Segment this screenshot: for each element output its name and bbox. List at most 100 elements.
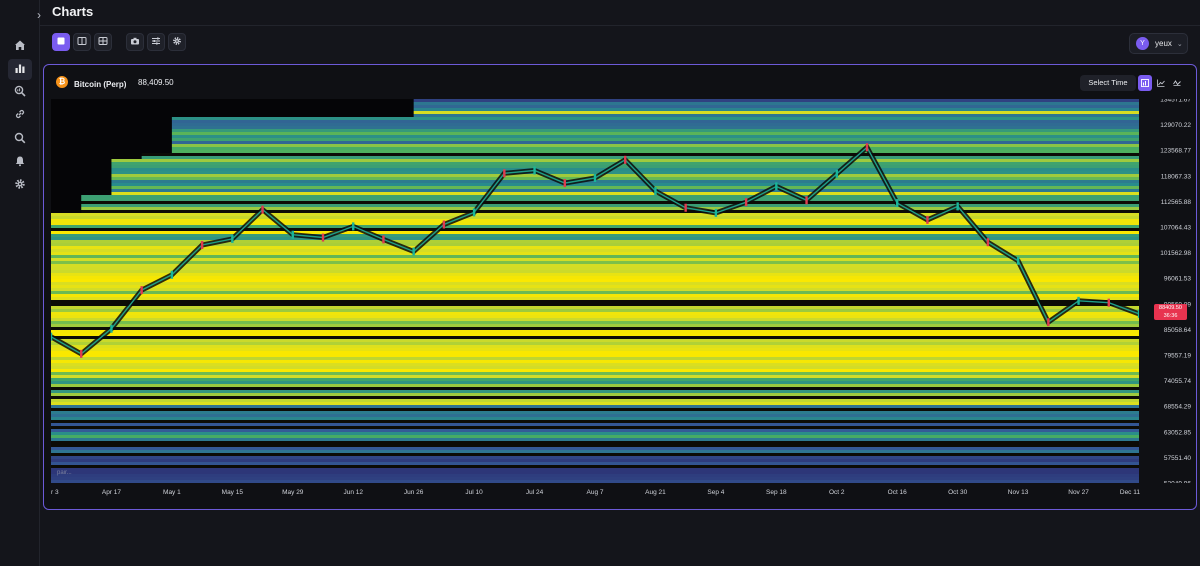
liquidity-band <box>51 336 1139 339</box>
chart-options-button[interactable] <box>147 33 165 51</box>
liquidity-band <box>51 258 1139 261</box>
area-view-button[interactable] <box>1170 75 1184 91</box>
price-candle <box>684 203 687 212</box>
liquidity-band <box>171 141 1139 144</box>
liquidity-band <box>51 282 1139 285</box>
liquidity-band <box>51 330 1139 333</box>
chart-settings-button[interactable] <box>168 33 186 51</box>
sidebar-item-scanner[interactable] <box>8 83 32 104</box>
single-layout-button[interactable] <box>52 33 70 51</box>
liquidity-band <box>171 117 1139 120</box>
y-tick-label: 123568.77 <box>1160 148 1191 155</box>
liquidity-band <box>51 234 1139 237</box>
liquidity-band <box>171 147 1139 150</box>
price-candle <box>775 182 778 191</box>
liquidity-band <box>81 195 1140 198</box>
sliders-icon <box>151 33 161 51</box>
liquidity-band <box>111 183 1139 186</box>
liquidity-band <box>413 99 1140 102</box>
liquidity-band <box>51 402 1139 405</box>
liquidity-band <box>51 426 1139 429</box>
chart-toolbar <box>52 33 186 53</box>
x-tick-label: May 29 <box>282 489 304 496</box>
liquidity-band <box>51 324 1139 327</box>
avatar: Y <box>1136 37 1149 50</box>
x-tick-label: r 3 <box>51 489 59 496</box>
user-name: yeux <box>1155 39 1172 48</box>
liquidity-band <box>51 423 1139 426</box>
y-tick-label: 63052.85 <box>1164 429 1191 436</box>
price-candle <box>140 286 143 295</box>
liquidity-band <box>413 108 1140 111</box>
camera-icon <box>130 33 140 51</box>
line-view-icon <box>1157 74 1165 92</box>
price-candle <box>1047 318 1050 327</box>
liquidity-band <box>81 204 1140 207</box>
x-tick-label: Jun 26 <box>404 489 424 496</box>
split-layout-button[interactable] <box>73 33 91 51</box>
liquidity-band <box>51 477 1139 480</box>
price-candle <box>231 234 234 243</box>
liquidity-band <box>141 153 1140 156</box>
price-candle <box>986 238 990 247</box>
heatmap-svg[interactable]: 134571.67 129070.22 123568.77 118067.33 1125… <box>51 99 1197 500</box>
sidebar-item-charts[interactable] <box>8 59 32 81</box>
liquidity-band <box>51 408 1139 411</box>
liquidity-heatmap-chart[interactable]: 134571.67 129070.22 123568.77 118067.33 1125… <box>51 99 1197 500</box>
liquidity-band <box>51 432 1139 435</box>
y-tick-label: 57551.40 <box>1164 455 1191 462</box>
liquidity-band <box>51 462 1139 465</box>
liquidity-band <box>51 318 1139 321</box>
liquidity-band <box>51 351 1139 354</box>
liquidity-band <box>51 264 1139 267</box>
liquidity-band <box>51 468 1139 471</box>
select-time-button[interactable]: Select Time <box>1080 75 1136 91</box>
liquidity-band <box>51 252 1139 255</box>
magnifier-chart-icon <box>14 84 26 102</box>
x-tick-label: Jul 24 <box>526 489 544 496</box>
price-candle <box>472 208 476 217</box>
liquidity-band <box>51 438 1139 441</box>
screenshot-button[interactable] <box>126 33 144 51</box>
home-icon <box>14 38 26 56</box>
grid-layout-button[interactable] <box>94 33 112 51</box>
liquidity-band <box>51 453 1139 456</box>
liquidity-band <box>51 354 1139 357</box>
liquidity-band <box>111 165 1139 168</box>
liquidity-band <box>51 297 1139 300</box>
liquidity-band <box>51 474 1139 477</box>
symbol-name[interactable]: Bitcoin (Perp) <box>74 80 126 89</box>
liquidity-band <box>51 339 1139 342</box>
liquidity-band <box>51 456 1139 459</box>
sidebar-item-alerts[interactable] <box>8 152 32 173</box>
y-tick-label: 112565.88 <box>1161 199 1192 206</box>
liquidity-band <box>51 372 1139 375</box>
liquidity-band <box>51 459 1139 462</box>
heatmap-view-button[interactable] <box>1138 75 1152 91</box>
sidebar-item-search[interactable] <box>8 129 32 150</box>
user-menu[interactable]: Y yeux ⌄ <box>1129 33 1188 54</box>
liquidity-band <box>51 375 1139 378</box>
sidebar-item-links[interactable] <box>8 106 32 127</box>
liquidity-band <box>171 138 1139 141</box>
liquidity-band <box>51 273 1139 276</box>
sidebar-item-home[interactable] <box>8 36 32 57</box>
line-view-button[interactable] <box>1154 75 1168 91</box>
sidebar: › <box>0 0 41 566</box>
liquidity-band <box>51 342 1139 345</box>
liquidity-band <box>51 303 1139 306</box>
watermark: pair... <box>57 470 72 476</box>
liquidity-band <box>413 114 1140 117</box>
page-title: Charts <box>52 4 94 19</box>
y-tick-label: 74055.74 <box>1164 378 1191 385</box>
liquidity-band <box>51 429 1139 432</box>
sidebar-item-settings[interactable] <box>8 176 32 197</box>
liquidity-band <box>111 180 1139 183</box>
liquidity-band <box>51 294 1139 297</box>
price-candle <box>1077 296 1080 305</box>
liquidity-band <box>51 471 1139 474</box>
liquidity-band <box>51 291 1139 294</box>
liquidity-band <box>171 135 1139 138</box>
liquidity-band <box>51 450 1139 453</box>
liquidity-band <box>51 465 1139 468</box>
